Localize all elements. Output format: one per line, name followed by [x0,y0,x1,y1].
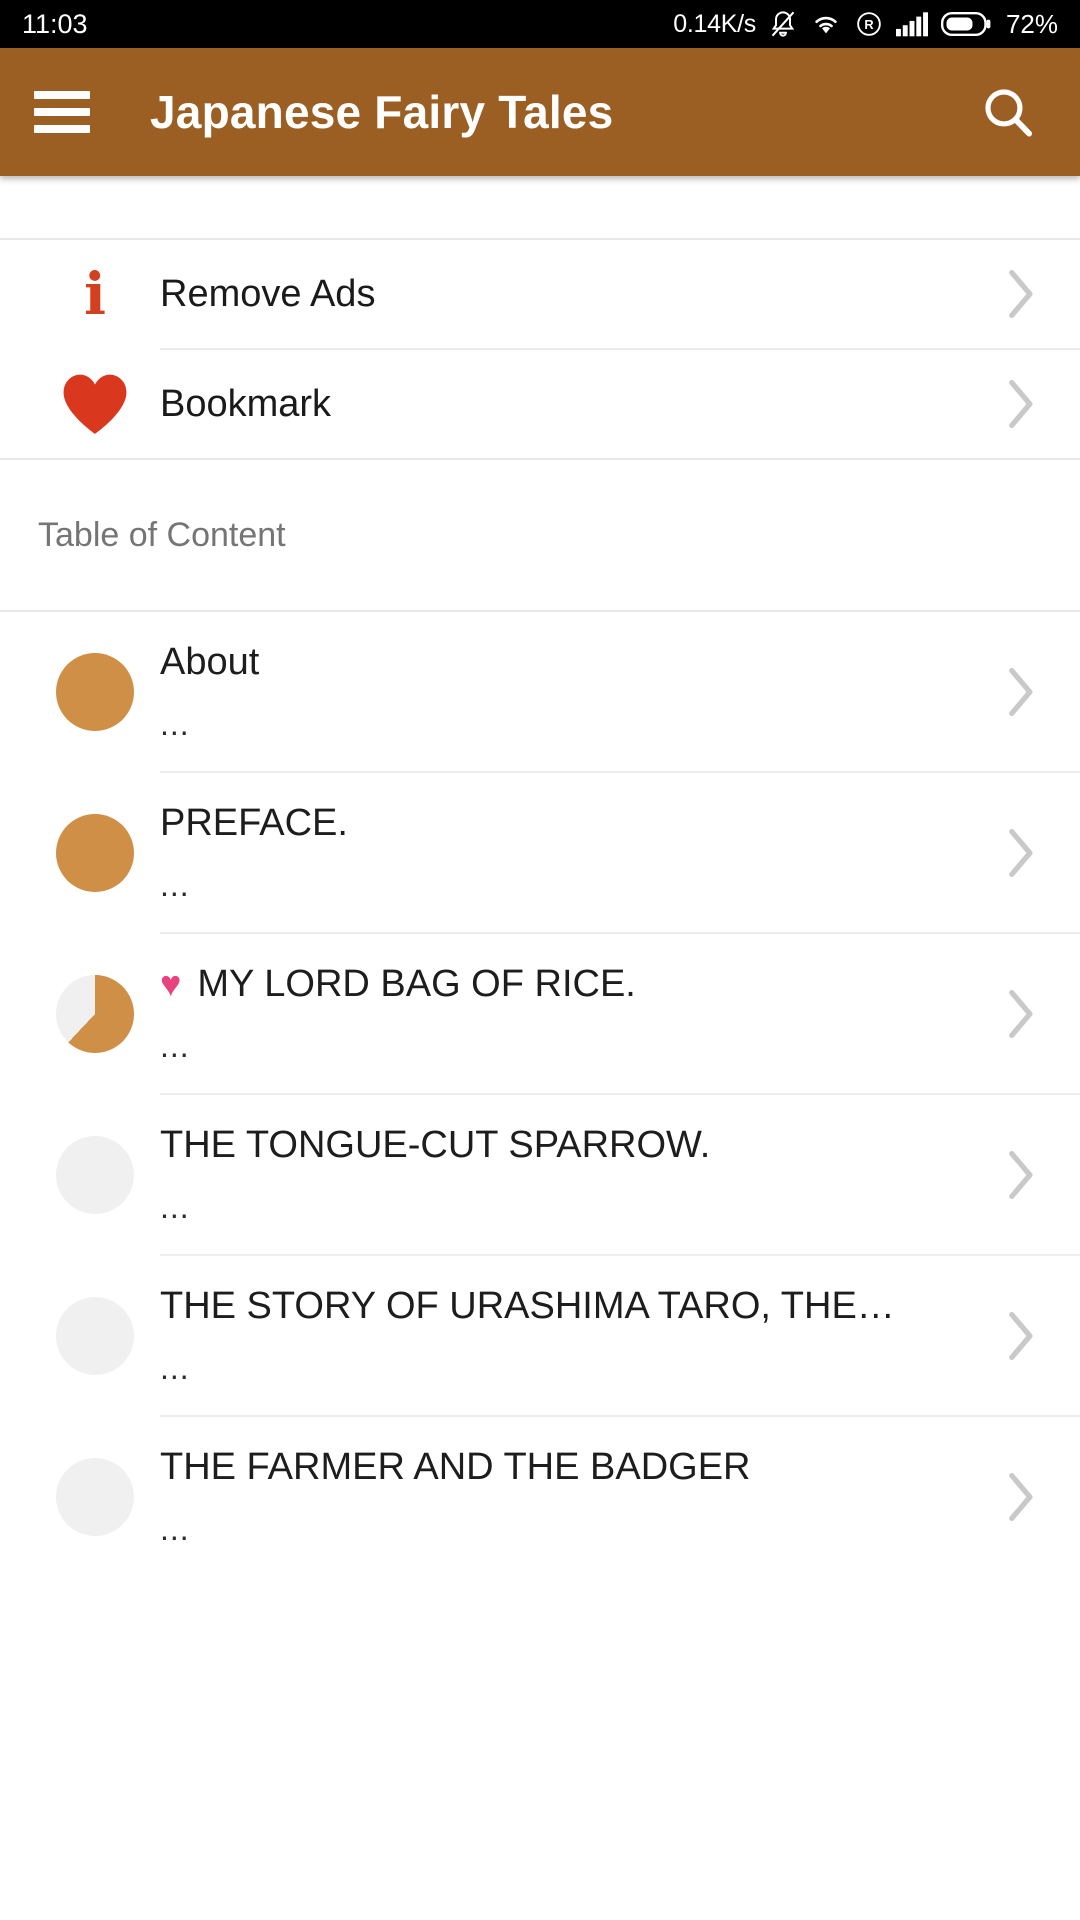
toc-item-title: THE FARMER AND THE BADGER [160,1446,990,1489]
progress-pie-icon [30,652,160,731]
toc-item-title: PREFACE. [160,802,990,845]
toc-row[interactable]: ♥ MY LORD BAG OF RICE.... [0,934,1080,1093]
toc-item-title-text: PREFACE. [160,801,348,844]
action-label: Bookmark [160,382,332,425]
wifi-icon [810,9,842,39]
toc-item-title: THE STORY OF URASHIMA TARO, THE… [160,1285,990,1328]
toc-row[interactable]: THE FARMER AND THE BADGER... [0,1417,1080,1576]
signal-bars-icon [895,11,928,37]
top-spacer [0,176,1080,238]
chevron-right-icon [990,1469,1050,1525]
section-header-table-of-content: Table of Content [0,460,1080,610]
hamburger-menu-icon[interactable] [34,91,90,133]
toc-item-title-text: MY LORD BAG OF RICE. [197,962,636,1005]
toc-item-subtitle: ... [160,705,190,742]
toc-row-body: THE TONGUE-CUT SPARROW.... [160,1102,990,1248]
action-row-remove-ads[interactable]: i Remove Ads [0,240,1080,348]
chevron-right-icon [990,376,1050,432]
main-content: i Remove Ads Bookmark Table of Content A… [0,176,1080,1576]
toc-row[interactable]: PREFACE.... [0,773,1080,932]
bell-muted-icon [769,9,797,39]
toc-row-body: About... [160,619,990,765]
page-title: Japanese Fairy Tales [150,86,614,138]
toc-item-title-text: About [160,640,260,683]
status-bar-time: 11:03 [22,8,88,39]
toc-row-body: THE STORY OF URASHIMA TARO, THE…... [160,1263,990,1409]
battery-icon [940,11,991,37]
toc-item-subtitle: ... [160,1188,190,1225]
toc-item-subtitle: ... [160,1027,190,1064]
toc-row-body: ♥ MY LORD BAG OF RICE.... [160,941,990,1087]
info-icon: i [83,260,107,328]
toc-item-title: ♥ MY LORD BAG OF RICE. [160,963,990,1006]
progress-pie-icon [30,1457,160,1536]
toc-item-subtitle: ... [160,1510,190,1547]
action-row-bookmark[interactable]: Bookmark [0,350,1080,458]
progress-pie-icon [30,974,160,1053]
progress-pie-icon [30,1135,160,1214]
heart-icon [30,372,160,436]
chevron-right-icon [990,986,1050,1042]
toc-item-title: About [160,641,990,684]
progress-pie-icon [30,813,160,892]
svg-text:R: R [864,17,873,32]
chevron-right-icon [990,1308,1050,1364]
toc-item-title-text: THE TONGUE-CUT SPARROW. [160,1123,711,1166]
toc-item-title: THE TONGUE-CUT SPARROW. [160,1124,990,1167]
table-of-content-list: About... PREFACE.... ♥ MY LORD BAG OF RICE.… [0,612,1080,1576]
chevron-right-icon [990,1147,1050,1203]
action-label: Remove Ads [160,272,376,315]
chevron-right-icon [990,825,1050,881]
toc-item-title-text: THE STORY OF URASHIMA TARO, THE… [160,1284,895,1327]
status-bar: 11:03 0.14K/s R 72% [0,0,1080,48]
toc-row[interactable]: About... [0,612,1080,771]
chevron-right-icon [990,266,1050,322]
toc-row-body: THE FARMER AND THE BADGER... [160,1424,990,1570]
toc-item-subtitle: ... [160,866,190,903]
battery-percent-text: 72% [1005,8,1058,39]
bookmark-heart-icon: ♥ [160,963,182,1004]
network-speed-text: 0.14K/s [673,9,756,38]
status-bar-indicators: 0.14K/s R 72% [673,9,1058,40]
chevron-right-icon [990,664,1050,720]
toc-item-subtitle: ... [160,1349,190,1386]
search-icon[interactable] [976,80,1040,144]
roaming-icon: R [855,10,883,38]
progress-pie-icon [30,1296,160,1375]
app-bar: Japanese Fairy Tales [0,48,1080,176]
toc-item-title-text: THE FARMER AND THE BADGER [160,1445,751,1488]
toc-row-body: PREFACE.... [160,780,990,926]
toc-row[interactable]: THE STORY OF URASHIMA TARO, THE…... [0,1256,1080,1415]
toc-row[interactable]: THE TONGUE-CUT SPARROW.... [0,1095,1080,1254]
